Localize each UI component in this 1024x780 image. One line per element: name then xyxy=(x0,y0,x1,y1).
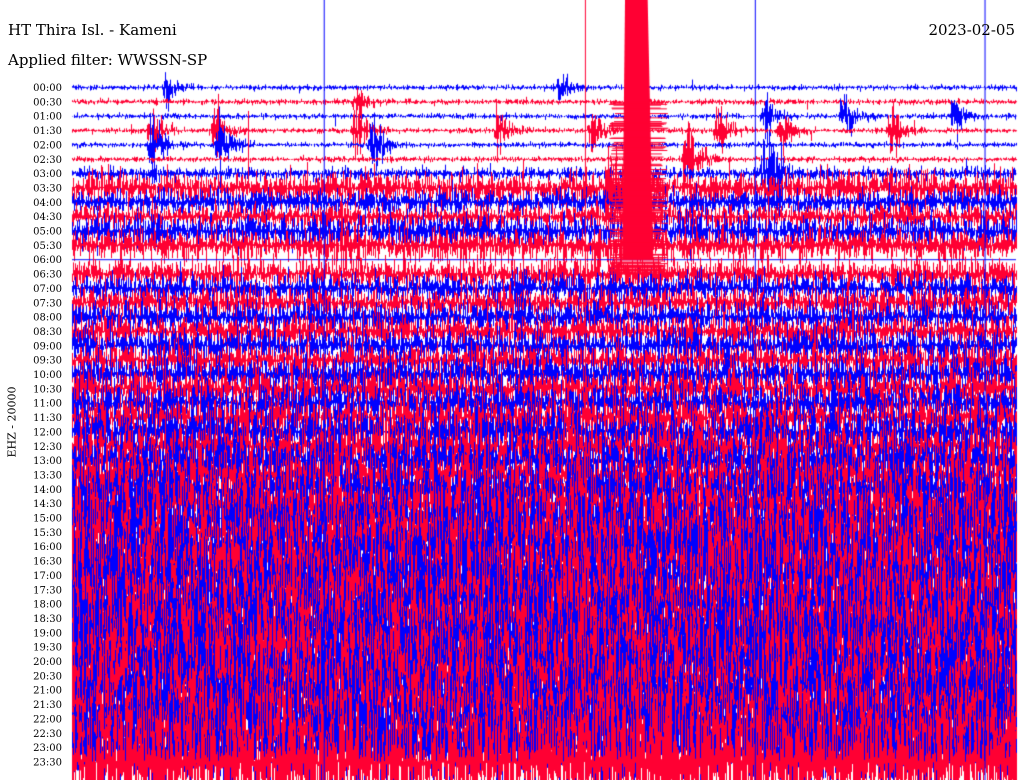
helicorder-chart xyxy=(0,0,1024,780)
filter-label: Applied filter: WWSSN-SP xyxy=(8,51,208,69)
channel-axis-label: EHZ - 20000 xyxy=(5,386,19,458)
date-label: 2023-02-05 xyxy=(928,21,1015,39)
station-title: HT Thira Isl. - Kameni xyxy=(8,21,177,39)
seismogram-traces xyxy=(0,0,1024,780)
